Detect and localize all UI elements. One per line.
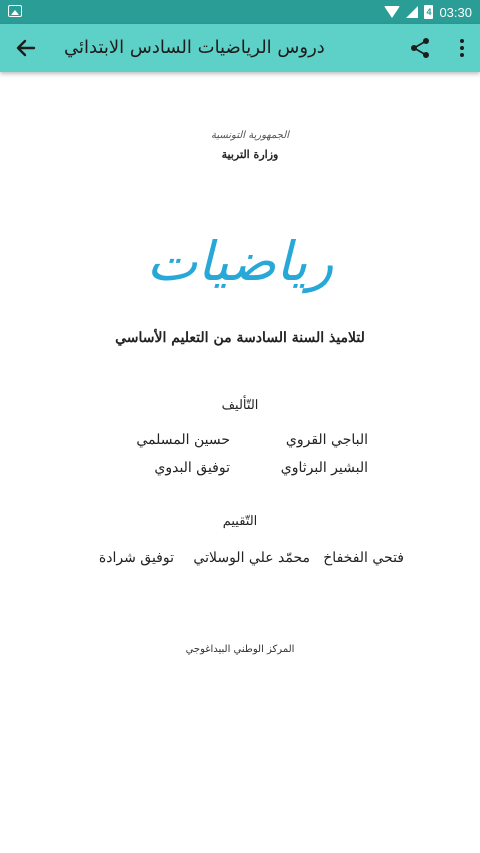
status-bar: 4 03:30 — [0, 0, 480, 24]
author-name: الباجي القروي — [285, 432, 368, 448]
back-arrow-icon[interactable] — [12, 34, 40, 62]
main-title: رياضيات — [146, 230, 334, 293]
clock: 03:30 — [439, 4, 472, 20]
evaluator-name: محمّد علي الوسلاتي — [193, 550, 310, 566]
author-name: توفيق البدوي — [154, 460, 230, 476]
author-name: البشير البرثاوي — [280, 460, 368, 476]
share-icon[interactable] — [408, 36, 432, 60]
publisher-label: المركز الوطني البيداغوجي — [185, 644, 295, 655]
evaluator-name: فتحي الفخفاخ — [323, 550, 404, 566]
app-title: دروس الرياضيات السادس الابتدائي — [64, 37, 325, 58]
author-name: حسين المسلمي — [136, 432, 230, 448]
evaluation-heading: التّقييم — [222, 514, 258, 529]
image-notification-icon — [8, 5, 22, 17]
evaluator-name: توفيق شرادة — [98, 550, 174, 566]
battery-icon: 4 — [424, 5, 434, 19]
republic-label: الجمهورية التونسية — [210, 130, 290, 141]
subtitle: لتلاميذ السنة السادسة من التعليم الأساسي — [115, 330, 365, 346]
status-icons: 4 03:30 — [384, 0, 472, 24]
app-bar: دروس الرياضيات السادس الابتدائي — [0, 24, 480, 72]
signal-icon — [406, 6, 419, 18]
ministry-label: وزارة التربية — [221, 148, 279, 161]
authorship-heading: التّأليف — [221, 398, 259, 413]
wifi-icon — [384, 6, 401, 18]
more-options-icon[interactable] — [450, 36, 474, 60]
book-cover-page: الجمهورية التونسية وزارة التربية رياضيات… — [0, 72, 480, 853]
